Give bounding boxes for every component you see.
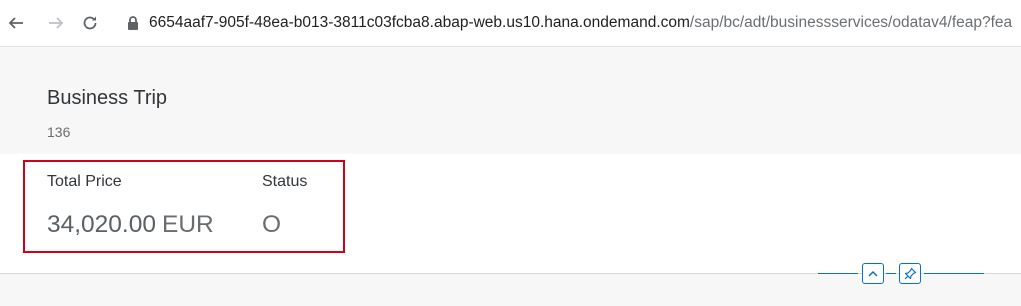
url-host: 6654aaf7-905f-48ea-b013-3811c03fcba8.aba… [149,14,690,31]
highlight-box [23,160,345,253]
pin-header-button[interactable] [899,263,921,284]
url-text: 6654aaf7-905f-48ea-b013-3811c03fcba8.aba… [149,14,1012,32]
url-path: /sap/bc/adt/businessservices/odatav4/fea… [689,14,1013,31]
arrow-right-icon [49,17,64,29]
header-divider-right [924,273,984,274]
page-title: Business Trip [47,87,168,109]
pin-icon [904,267,916,280]
collapse-header-button[interactable] [862,263,884,284]
object-page-header: Business Trip 136 [0,47,1021,154]
arrow-left-icon [8,17,23,29]
forward-button[interactable] [46,13,66,33]
lock-icon [128,16,138,30]
reload-icon [83,16,97,30]
browser-toolbar: 6654aaf7-905f-48ea-b013-3811c03fcba8.aba… [0,0,1021,47]
chevron-up-icon [868,270,878,277]
address-bar[interactable]: 6654aaf7-905f-48ea-b013-3811c03fcba8.aba… [149,0,1021,47]
back-button[interactable] [6,13,26,33]
page-subtitle: 136 [47,124,71,140]
reload-button[interactable] [80,13,100,33]
header-divider-left [818,273,858,274]
header-divider-middle [886,273,896,274]
